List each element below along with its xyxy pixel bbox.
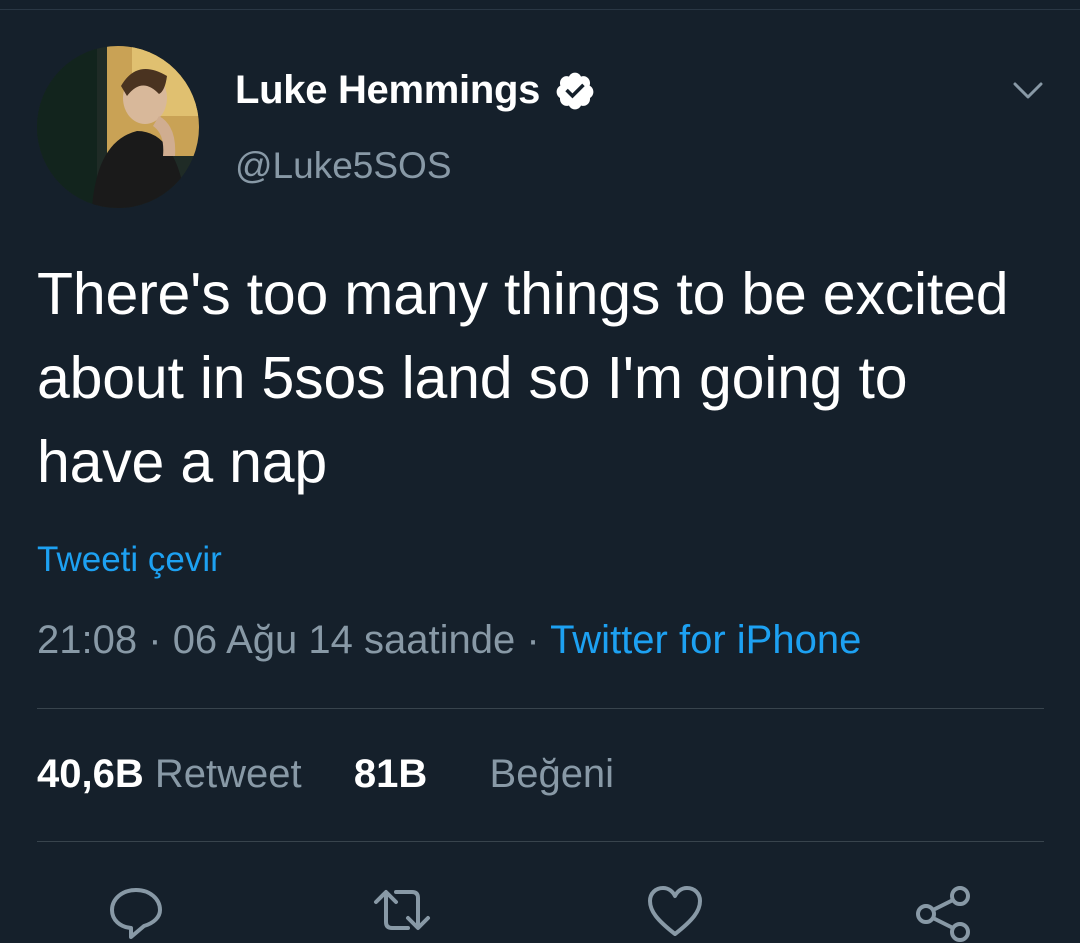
tweet-meta: 21:08 · 06 Ağu 14 saatinde · Twitter for… [37, 618, 861, 663]
author-display-name[interactable]: Luke Hemmings [235, 68, 540, 113]
heart-icon[interactable] [645, 882, 705, 942]
author-handle[interactable]: @Luke5SOS [235, 145, 452, 187]
reply-icon[interactable] [106, 882, 166, 942]
profile-photo [37, 46, 199, 208]
share-icon[interactable] [913, 882, 973, 942]
verified-badge-icon [556, 72, 594, 109]
top-divider [0, 9, 1080, 10]
retweet-icon[interactable] [372, 882, 432, 942]
tweet-stats: 40,6B Retweet 81B Beğeni [37, 752, 614, 797]
meta-separator: · [526, 618, 540, 662]
author-name[interactable]: Luke Hemmings [235, 68, 596, 113]
tweet-text: There's too many things to be excited ab… [37, 261, 1009, 495]
avatar[interactable] [37, 46, 199, 208]
like-label: Beğeni [489, 752, 615, 796]
like-stat[interactable]: 81B Beğeni [354, 752, 614, 796]
retweet-stat[interactable]: 40,6B Retweet [37, 752, 313, 796]
tweet-source-link[interactable]: Twitter for iPhone [550, 618, 861, 662]
translate-tweet-link[interactable]: Tweeti çevir [37, 540, 222, 580]
retweet-count: 40,6B [37, 752, 144, 796]
like-count: 81B [353, 752, 428, 796]
tweet-date: 06 Ağu 14 saatinde [172, 618, 516, 662]
chevron-down-icon[interactable] [1010, 76, 1046, 104]
meta-separator: · [148, 618, 162, 662]
divider [37, 841, 1044, 842]
tweet-time: 21:08 [37, 618, 138, 662]
divider [37, 708, 1044, 709]
retweet-label: Retweet [154, 752, 302, 796]
